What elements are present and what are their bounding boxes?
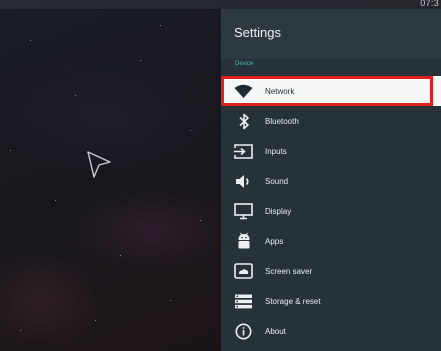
menu-item-label: Bluetooth <box>265 116 299 126</box>
menu-item-screen-saver[interactable]: Screen saver <box>221 256 441 286</box>
menu-item-label: Storage & reset <box>265 296 321 306</box>
menu-item-label: Display <box>265 206 292 216</box>
menu-item-network[interactable]: Network <box>221 76 441 106</box>
info-icon <box>234 322 253 341</box>
tv-screen: 07:3 Settings Device Network Bluetooth I… <box>0 0 441 351</box>
menu-item-label: About <box>265 326 286 336</box>
section-label-device: Device <box>235 61 254 67</box>
status-bar: 07:3 <box>0 0 441 9</box>
menu-item-storage-reset[interactable]: Storage & reset <box>221 286 441 316</box>
android-icon <box>234 232 253 251</box>
menu-item-bluetooth[interactable]: Bluetooth <box>221 106 441 136</box>
menu-item-sound[interactable]: Sound <box>221 166 441 196</box>
menu-item-label: Network <box>265 86 295 96</box>
settings-menu: Network Bluetooth Inputs Sound Display A… <box>221 76 441 346</box>
menu-item-apps[interactable]: Apps <box>221 226 441 256</box>
wifi-icon <box>234 82 253 101</box>
menu-item-display[interactable]: Display <box>221 196 441 226</box>
menu-item-label: Inputs <box>265 146 287 156</box>
input-icon <box>234 142 253 161</box>
storage-icon <box>234 292 253 311</box>
screensaver-icon <box>234 262 253 281</box>
clock: 07:3 <box>420 0 439 8</box>
monitor-icon <box>234 202 253 221</box>
menu-item-label: Screen saver <box>265 266 313 276</box>
menu-item-about[interactable]: About <box>221 316 441 346</box>
menu-item-inputs[interactable]: Inputs <box>221 136 441 166</box>
mouse-pointer-icon <box>87 151 111 178</box>
page-title: Settings <box>234 25 281 40</box>
menu-item-label: Apps <box>265 236 284 246</box>
speaker-icon <box>234 172 253 191</box>
settings-header: Settings <box>221 9 441 59</box>
bluetooth-icon <box>234 112 253 131</box>
settings-panel: Settings Device Network Bluetooth Inputs… <box>221 9 441 351</box>
menu-item-label: Sound <box>265 176 289 186</box>
